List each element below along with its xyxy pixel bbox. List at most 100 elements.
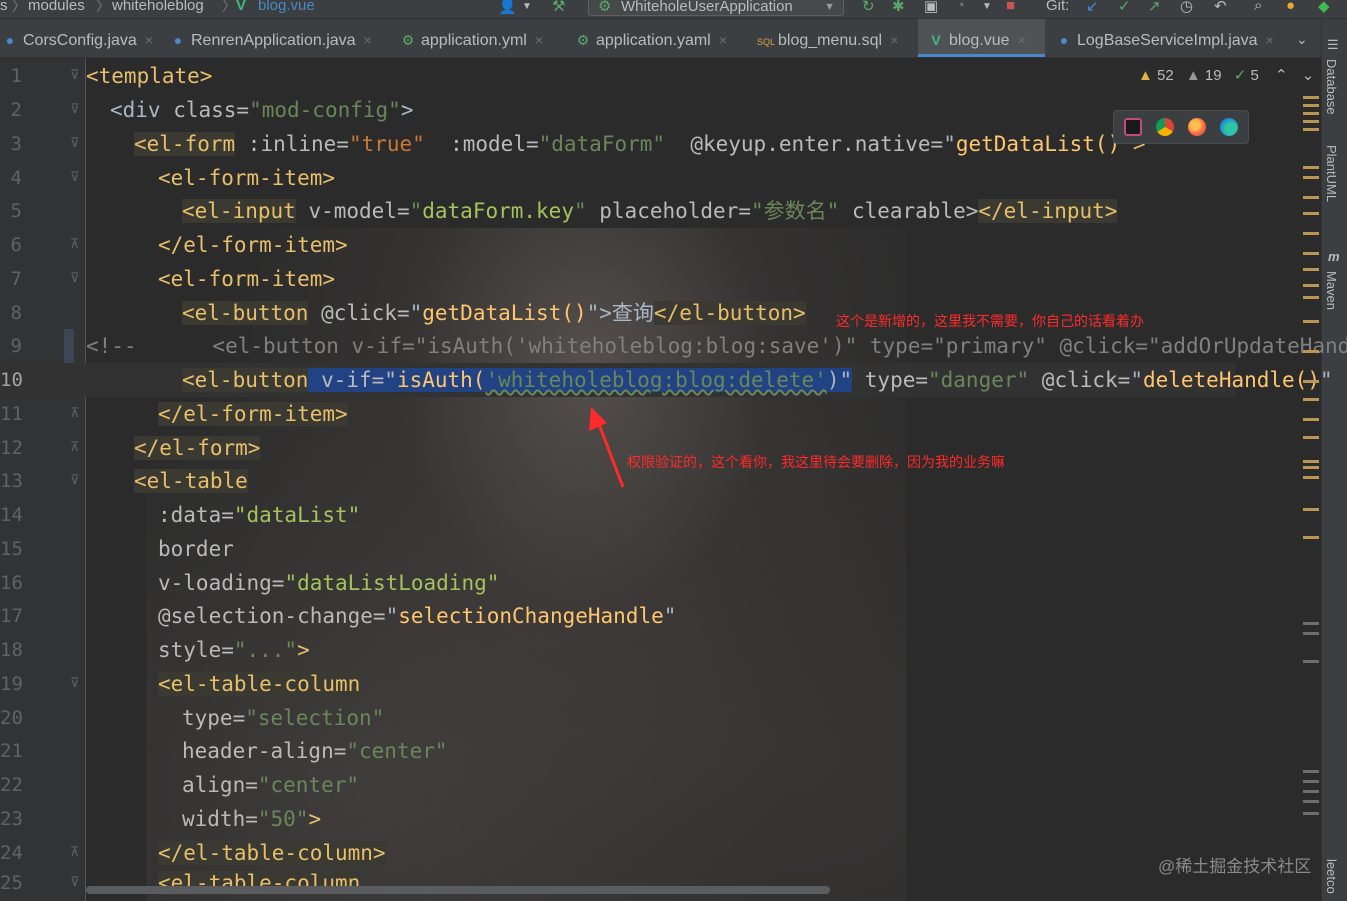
info-marker[interactable]: [1303, 800, 1319, 803]
fold-end-icon[interactable]: ⊼: [70, 397, 80, 431]
chevron-up-icon[interactable]: ⌃: [1275, 67, 1288, 84]
warning-marker[interactable]: [1303, 536, 1319, 539]
tab-renrenapplication[interactable]: ● RenrenApplication.java ×: [170, 19, 392, 57]
warning-marker[interactable]: [1303, 112, 1319, 115]
annotation-note-top: 这个是新增的，这里我不需要，你自己的话看着办: [836, 313, 1144, 329]
inspection-widget[interactable]: ▲ 52 ▲ 19 ✓ 5 ⌃ ⌄: [1138, 66, 1314, 84]
warning-marker[interactable]: [1303, 120, 1319, 123]
fold-icon[interactable]: ⊽: [70, 93, 80, 127]
warning-marker[interactable]: [1303, 380, 1319, 383]
code-token: getDataList(): [955, 132, 1121, 156]
chevron-down-icon[interactable]: ▼: [522, 1, 532, 12]
horizontal-scrollbar[interactable]: [86, 886, 830, 894]
warning-marker[interactable]: [1303, 284, 1319, 287]
user-icon[interactable]: 👤: [498, 0, 517, 15]
breadcrumb-item-root[interactable]: s: [0, 0, 8, 14]
breadcrumb-item-modules[interactable]: modules: [28, 0, 85, 14]
warning-marker[interactable]: [1303, 350, 1319, 353]
warning-marker[interactable]: [1303, 436, 1319, 439]
intellij-browser-icon[interactable]: [1124, 118, 1142, 136]
fold-icon[interactable]: ⊽: [70, 59, 80, 93]
code-token: "参数名": [751, 199, 840, 223]
plugin-icon[interactable]: ◆: [1318, 0, 1330, 15]
fold-icon[interactable]: ⊽: [70, 866, 80, 900]
tab-list-chevron-icon[interactable]: ⌄: [1296, 19, 1308, 57]
tab-corsconfig[interactable]: ● CorsConfig.java ×: [0, 19, 162, 57]
fold-icon[interactable]: ⊽: [70, 667, 80, 701]
warning-marker[interactable]: [1303, 212, 1319, 215]
build-hammer-icon[interactable]: ⚒: [552, 0, 565, 15]
warning-marker[interactable]: [1303, 320, 1319, 323]
search-icon[interactable]: ⌕: [1254, 0, 1262, 14]
profiler-icon[interactable]: ◔: [956, 0, 965, 14]
warning-marker[interactable]: [1303, 128, 1319, 131]
breadcrumb-item-whiteholeblog[interactable]: whiteholeblog: [112, 0, 204, 14]
fold-end-icon[interactable]: ⊼: [70, 431, 80, 465]
warning-marker[interactable]: [1303, 466, 1319, 469]
fold-icon[interactable]: ⊽: [70, 464, 80, 498]
debug-bug-icon[interactable]: ✱: [892, 0, 905, 15]
code-line: 21 header-align="center": [0, 734, 1235, 768]
warning-marker[interactable]: [1303, 104, 1319, 107]
info-marker[interactable]: [1303, 812, 1319, 815]
warning-marker[interactable]: [1303, 196, 1319, 199]
rerun-icon[interactable]: ↻: [862, 0, 875, 15]
warning-marker[interactable]: [1303, 508, 1319, 511]
close-icon[interactable]: ×: [1266, 32, 1274, 48]
warning-marker[interactable]: [1303, 418, 1319, 421]
fold-end-icon[interactable]: ⊼: [70, 228, 80, 262]
stop-icon[interactable]: ■: [1006, 0, 1015, 14]
git-commit-icon[interactable]: ✓: [1118, 0, 1131, 15]
close-icon[interactable]: ×: [535, 32, 543, 48]
warning-marker[interactable]: [1303, 476, 1319, 479]
coverage-icon[interactable]: ▣: [924, 0, 938, 15]
fold-icon[interactable]: ⊽: [70, 262, 80, 296]
history-clock-icon[interactable]: ◷: [1180, 0, 1193, 15]
info-marker[interactable]: [1303, 790, 1319, 793]
rollback-icon[interactable]: ↶: [1214, 0, 1227, 15]
chevron-down-icon[interactable]: ⌄: [1302, 67, 1315, 84]
leetcode-tool-button[interactable]: leetco: [1324, 859, 1339, 894]
close-icon[interactable]: ×: [719, 32, 727, 48]
tab-logbaseserviceimpl[interactable]: ● LogBaseServiceImpl.java ×: [1056, 19, 1286, 57]
plantuml-tool-button[interactable]: PlantUML: [1324, 145, 1339, 202]
tab-blog-menu-sql[interactable]: SQL blog_menu.sql ×: [757, 19, 917, 57]
maven-tool-button[interactable]: Maven: [1324, 271, 1339, 310]
close-icon[interactable]: ×: [364, 32, 372, 48]
close-icon[interactable]: ×: [1018, 32, 1026, 48]
close-icon[interactable]: ×: [145, 32, 153, 48]
git-push-icon[interactable]: ↗: [1148, 0, 1161, 15]
fold-end-icon[interactable]: ⊼: [70, 836, 80, 870]
info-marker[interactable]: [1303, 770, 1319, 773]
code-token: :inline=: [235, 132, 349, 156]
fold-icon[interactable]: ⊽: [70, 127, 80, 161]
warning-marker[interactable]: [1303, 460, 1319, 463]
update-available-icon[interactable]: ●: [1286, 0, 1295, 14]
warning-marker[interactable]: [1303, 252, 1319, 255]
info-marker[interactable]: [1303, 660, 1319, 663]
info-marker[interactable]: [1303, 632, 1319, 635]
tab-blog-vue[interactable]: Vblog.vue ×: [918, 19, 1045, 57]
database-tool-button[interactable]: Database: [1324, 59, 1339, 115]
tab-application-yml[interactable]: ⚙ application.yml ×: [400, 19, 560, 57]
warning-marker[interactable]: [1303, 232, 1319, 235]
git-update-icon[interactable]: ↙: [1086, 0, 1099, 15]
warning-marker[interactable]: [1303, 398, 1319, 401]
info-marker[interactable]: [1303, 622, 1319, 625]
breadcrumb-item-file[interactable]: blog.vue: [258, 0, 315, 14]
warning-marker[interactable]: [1303, 96, 1319, 99]
fold-icon[interactable]: ⊽: [70, 161, 80, 195]
chevron-down-icon[interactable]: ▼: [982, 1, 992, 12]
warning-marker[interactable]: [1303, 166, 1319, 169]
edge-icon[interactable]: [1220, 118, 1238, 136]
firefox-icon[interactable]: [1188, 118, 1206, 136]
info-marker[interactable]: [1303, 780, 1319, 783]
warning-marker[interactable]: [1303, 268, 1319, 271]
run-configuration-select[interactable]: ⚙ WhiteholeUserApplication ▼: [588, 0, 844, 16]
tab-application-yaml[interactable]: ⚙ application.yaml ×: [575, 19, 745, 57]
git-label: Git:: [1046, 0, 1070, 14]
close-icon[interactable]: ×: [890, 32, 898, 48]
warning-marker[interactable]: [1303, 176, 1319, 179]
chrome-icon[interactable]: [1156, 118, 1174, 136]
warning-marker[interactable]: [1303, 296, 1319, 299]
